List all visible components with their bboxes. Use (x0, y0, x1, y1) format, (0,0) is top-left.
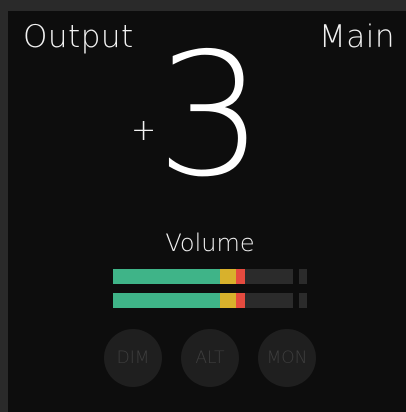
output-label: Output (23, 19, 134, 55)
meter-red-segment (236, 269, 245, 284)
meter-yellow-segment (220, 269, 236, 284)
meter-peak-indicator (299, 269, 307, 284)
volume-sign: + (131, 113, 157, 148)
meter-green-segment (113, 269, 220, 284)
main-label: Main (318, 19, 395, 55)
mon-button[interactable]: MON (258, 329, 316, 387)
volume-value[interactable]: 3 (156, 31, 264, 201)
dim-button[interactable]: DIM (104, 329, 162, 387)
meter-peak-indicator (299, 293, 307, 308)
meter-yellow-segment (220, 293, 236, 308)
meter-red-segment (236, 293, 245, 308)
volume-label: Volume (165, 229, 255, 257)
meter-green-segment (113, 293, 220, 308)
alt-button[interactable]: ALT (181, 329, 239, 387)
output-panel: Output Main + 3 Volume DIM ALT MON (8, 11, 406, 412)
